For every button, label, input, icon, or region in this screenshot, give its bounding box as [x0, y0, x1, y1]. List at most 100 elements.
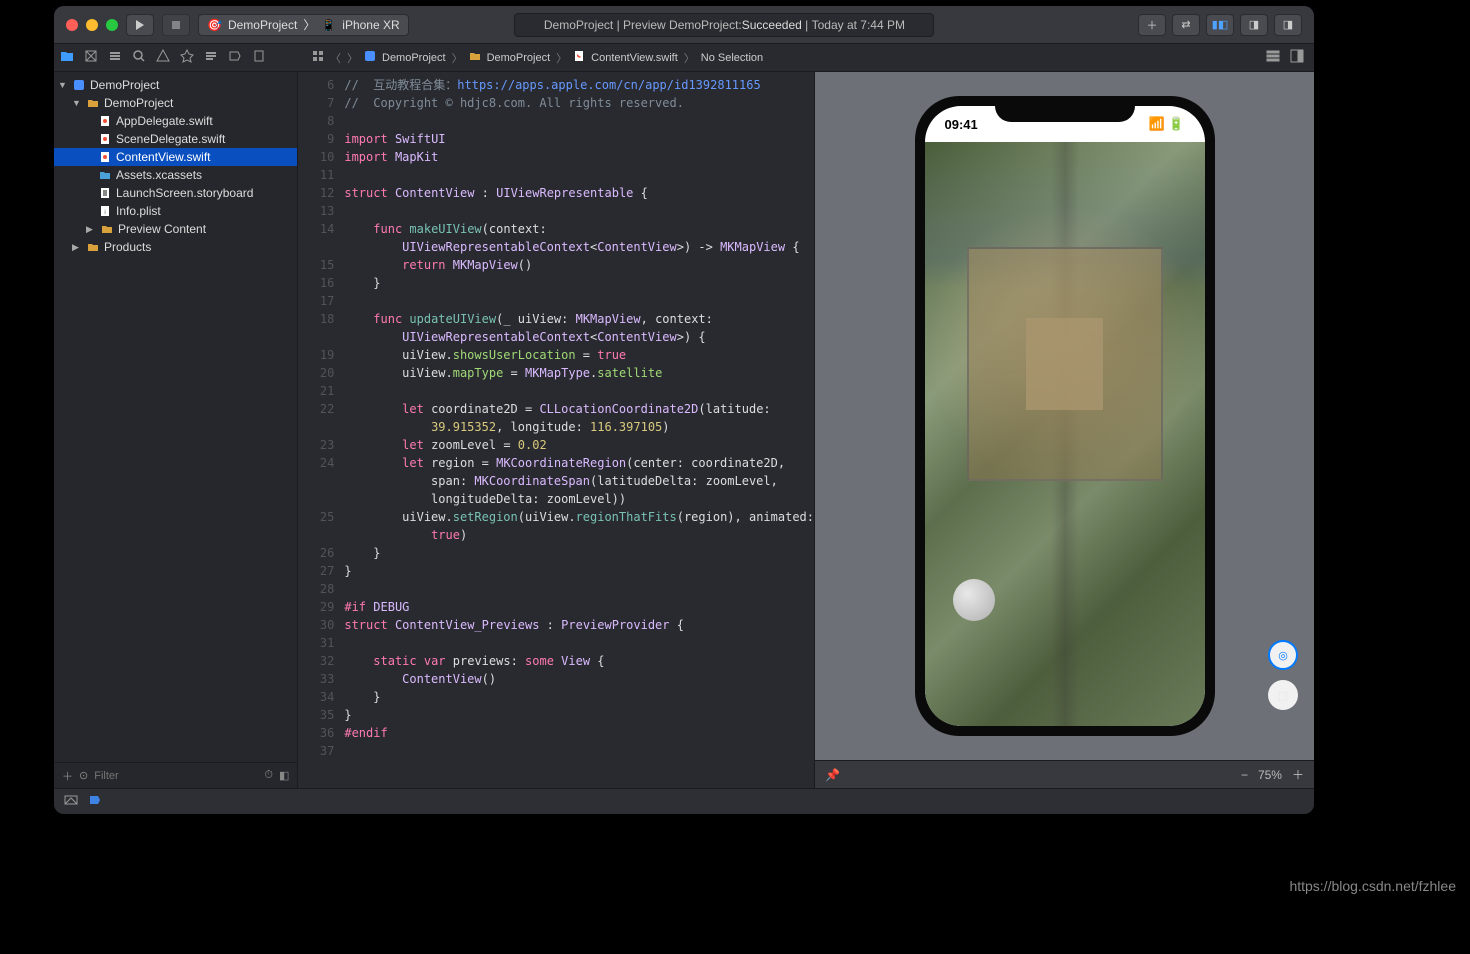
project-root[interactable]: ▼ DemoProject — [54, 76, 297, 94]
status-result: Succeeded — [742, 18, 802, 32]
swift-file-icon — [98, 114, 112, 128]
debug-bar — [54, 788, 1314, 814]
disclosure-triangle[interactable]: ▶ — [72, 242, 82, 253]
activity-status[interactable]: DemoProject | Preview DemoProject: Succe… — [514, 13, 934, 37]
toggle-console-button[interactable] — [64, 793, 78, 810]
zoom-window-button[interactable] — [106, 19, 118, 31]
disclosure-triangle[interactable]: ▶ — [86, 224, 96, 235]
stop-button[interactable] — [162, 14, 190, 36]
issue-navigator-tab[interactable] — [156, 49, 170, 66]
disclosure-triangle[interactable]: ▼ — [58, 80, 68, 90]
forward-button[interactable]: 〉 — [347, 50, 358, 66]
nav-toolbar: 〈 〉 DemoProject 〉 DemoProject 〉 ContentV… — [54, 44, 1314, 72]
device-screen[interactable]: 09:41 📶 🔋 — [925, 106, 1205, 726]
device-bezel: 09:41 📶 🔋 — [915, 96, 1215, 736]
file-row-selected[interactable]: ContentView.swift — [54, 148, 297, 166]
scm-filter-icon[interactable]: ◧ — [279, 769, 289, 782]
status-prefix: DemoProject | Preview DemoProject: — [544, 18, 742, 32]
satellite-map-view[interactable] — [925, 142, 1205, 726]
device-icon: 📱 — [321, 18, 336, 32]
folder-icon — [469, 50, 481, 65]
disclosure-triangle[interactable]: ▼ — [72, 98, 82, 108]
debug-navigator-tab[interactable] — [204, 49, 218, 66]
device-settings-button[interactable]: ⬚ — [1268, 680, 1298, 710]
group-folder[interactable]: ▼ DemoProject — [54, 94, 297, 112]
file-row[interactable]: i Info.plist — [54, 202, 297, 220]
recent-filter-icon[interactable]: ⏱ — [264, 769, 273, 782]
toggle-debug-button[interactable]: ◨ — [1240, 14, 1268, 36]
adjust-editor-icon[interactable] — [1290, 49, 1304, 66]
symbol-navigator-tab[interactable] — [108, 49, 122, 66]
add-button[interactable]: ＋ — [62, 768, 73, 784]
zoom-level[interactable]: 75% — [1258, 768, 1282, 782]
file-name: AppDelegate.swift — [116, 114, 213, 128]
code-editor[interactable]: 67891011121314 15161718 19202122 2324 25… — [298, 72, 814, 788]
file-row[interactable]: AppDelegate.swift — [54, 112, 297, 130]
minimize-window-button[interactable] — [86, 19, 98, 31]
report-navigator-tab[interactable] — [252, 49, 266, 66]
breakpoint-toggle-button[interactable] — [88, 793, 102, 810]
filter-input[interactable] — [94, 770, 258, 782]
folder-icon — [86, 96, 100, 110]
file-row[interactable]: LaunchScreen.storyboard — [54, 184, 297, 202]
folder-row[interactable]: ▶ Products — [54, 238, 297, 256]
jump-bar[interactable]: 〈 〉 DemoProject 〉 DemoProject 〉 ContentV… — [304, 44, 1266, 71]
file-tree[interactable]: ▼ DemoProject ▼ DemoProject AppDelegate.… — [54, 72, 297, 762]
test-navigator-tab[interactable] — [180, 49, 194, 66]
library-button[interactable]: ⇄ — [1172, 14, 1200, 36]
find-navigator-tab[interactable] — [132, 49, 146, 66]
plist-icon: i — [98, 204, 112, 218]
close-window-button[interactable] — [66, 19, 78, 31]
jump-item-1[interactable]: DemoProject — [487, 52, 551, 64]
titlebar: 🎯 DemoProject 〉 📱 iPhone XR DemoProject … — [54, 6, 1314, 44]
zoom-in-button[interactable]: ＋ — [1292, 766, 1304, 783]
storyboard-icon — [98, 186, 112, 200]
scheme-name: DemoProject — [228, 18, 297, 32]
status-time: Today at 7:44 PM — [812, 18, 905, 32]
destination-name: iPhone XR — [342, 18, 399, 32]
jump-item-0[interactable]: DemoProject — [382, 52, 446, 64]
scheme-selector[interactable]: 🎯 DemoProject 〉 📱 iPhone XR — [198, 14, 409, 36]
svg-text:i: i — [104, 210, 105, 216]
file-row[interactable]: SceneDelegate.swift — [54, 130, 297, 148]
device-time: 09:41 — [945, 117, 978, 132]
add-editor-button[interactable]: ＋ — [1138, 14, 1166, 36]
jump-item-3[interactable]: No Selection — [701, 52, 763, 64]
related-items-icon[interactable] — [312, 50, 324, 65]
swift-file-icon — [98, 150, 112, 164]
project-navigator: ▼ DemoProject ▼ DemoProject AppDelegate.… — [54, 72, 298, 788]
canvas-preview: 09:41 📶 🔋 ◎ ⬚ — [814, 72, 1314, 788]
folder-icon — [100, 222, 114, 236]
navigator-filter: ＋ ⊙ ⏱ ◧ — [54, 762, 297, 788]
folder-name: Preview Content — [118, 222, 206, 236]
chevron-right-icon: 〉 — [556, 50, 567, 66]
map-feature-dome — [953, 579, 995, 621]
folder-row[interactable]: ▶ Preview Content — [54, 220, 297, 238]
editor-options-icon[interactable] — [1266, 49, 1280, 66]
xcode-window: 🎯 DemoProject 〉 📱 iPhone XR DemoProject … — [54, 6, 1314, 814]
code-content[interactable]: // 互动教程合集：https://apps.apple.com/cn/app/… — [344, 72, 814, 788]
map-feature-palace — [967, 247, 1163, 481]
live-preview-button[interactable]: ◎ — [1268, 640, 1298, 670]
back-button[interactable]: 〈 — [330, 50, 341, 66]
line-gutter: 67891011121314 15161718 19202122 2324 25… — [298, 72, 344, 788]
source-control-navigator-tab[interactable] — [84, 49, 98, 66]
file-name: Info.plist — [116, 204, 161, 218]
swift-file-icon — [573, 50, 585, 65]
chevron-right-icon: 〉 — [303, 16, 315, 33]
pin-preview-button[interactable]: 📌 — [825, 768, 840, 782]
canvas-footer: 📌 − 75% ＋ — [815, 760, 1314, 788]
assets-icon — [98, 168, 112, 182]
toggle-navigator-button[interactable]: ▮◧ — [1206, 14, 1234, 36]
toggle-inspector-button[interactable]: ◨ — [1274, 14, 1302, 36]
canvas-area[interactable]: 09:41 📶 🔋 ◎ ⬚ — [815, 72, 1314, 760]
swift-file-icon — [98, 132, 112, 146]
zoom-out-button[interactable]: − — [1241, 768, 1248, 782]
breakpoint-navigator-tab[interactable] — [228, 49, 242, 66]
file-row[interactable]: Assets.xcassets — [54, 166, 297, 184]
status-separator: | — [802, 18, 812, 32]
file-name: ContentView.swift — [116, 150, 211, 164]
jump-item-2[interactable]: ContentView.swift — [591, 52, 678, 64]
run-button[interactable] — [126, 14, 154, 36]
project-navigator-tab[interactable] — [60, 49, 74, 66]
